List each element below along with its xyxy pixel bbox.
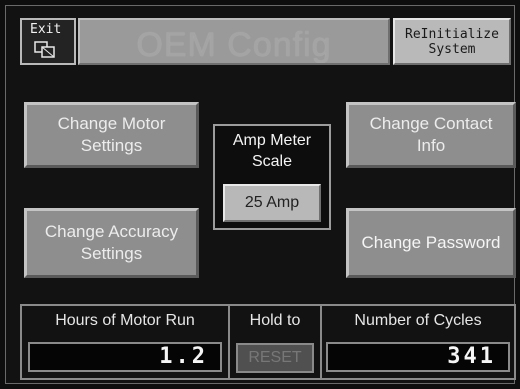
cycles-panel: Number of Cycles 341 bbox=[322, 306, 514, 378]
exit-button[interactable]: Exit bbox=[20, 18, 76, 65]
page-title: OEM Config bbox=[136, 26, 332, 64]
amp-meter-scale-panel: Amp Meter Scale 25 Amp bbox=[213, 124, 331, 230]
cycles-readout: 341 bbox=[326, 342, 510, 372]
change-motor-settings-label: Change Motor Settings bbox=[57, 114, 166, 155]
change-password-button[interactable]: Change Password bbox=[346, 208, 516, 278]
change-motor-settings-button[interactable]: Change Motor Settings bbox=[24, 102, 199, 168]
change-accuracy-settings-button[interactable]: Change Accuracy Settings bbox=[24, 208, 199, 278]
reset-button[interactable]: RESET bbox=[236, 343, 314, 373]
amp-meter-title-line1: Amp Meter bbox=[232, 132, 312, 149]
reinitialize-label: ReInitialize bbox=[405, 27, 499, 42]
reset-panel: Hold to RESET bbox=[228, 306, 322, 378]
stats-panel: Hours of Motor Run 1.2 Hold to RESET Num… bbox=[20, 304, 516, 380]
cycles-label: Number of Cycles bbox=[354, 312, 482, 329]
system-label: System bbox=[428, 42, 476, 57]
motor-hours-label: Hours of Motor Run bbox=[55, 312, 195, 329]
change-accuracy-settings-label: Change Accuracy Settings bbox=[44, 222, 179, 263]
change-contact-info-label: Change Contact Info bbox=[369, 114, 493, 155]
motor-hours-readout: 1.2 bbox=[28, 342, 222, 372]
amp-meter-title-line2: Scale bbox=[251, 153, 293, 170]
change-contact-info-button[interactable]: Change Contact Info bbox=[346, 102, 516, 168]
oem-config-screen: Exit OEM Config ReInitialize System Chan… bbox=[5, 5, 516, 384]
exit-label: Exit bbox=[30, 22, 62, 37]
exit-windows-icon bbox=[34, 41, 55, 58]
motor-hours-panel: Hours of Motor Run 1.2 bbox=[22, 306, 228, 378]
change-password-label: Change Password bbox=[361, 233, 501, 252]
amp-meter-title: Amp Meter Scale bbox=[215, 130, 329, 172]
amp-scale-button[interactable]: 25 Amp bbox=[223, 184, 321, 222]
title-bar: OEM Config bbox=[78, 18, 390, 65]
reinitialize-system-button[interactable]: ReInitialize System bbox=[393, 18, 511, 65]
hold-to-label: Hold to bbox=[249, 312, 301, 329]
